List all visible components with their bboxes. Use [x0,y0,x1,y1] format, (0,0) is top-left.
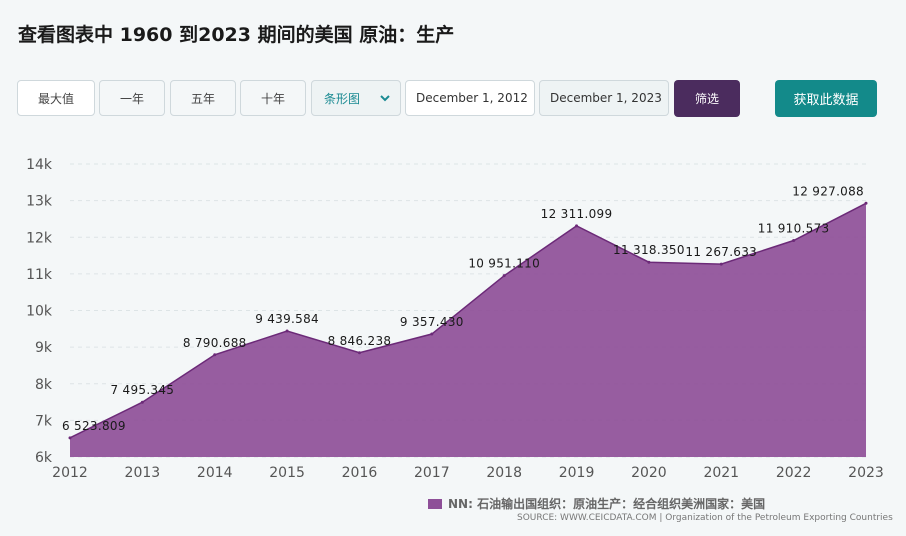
y-tick-label: 12k [26,230,53,246]
area-chart: 6k 7k 8k 9k 10k 11k 12k 13k 14k 2012 2013 2014 2015 2… [26,157,884,481]
y-tick-label: 6k [35,450,53,466]
data-point [430,332,434,336]
data-point [285,329,289,333]
x-tick-label: 2021 [703,465,739,481]
data-label: 10 951.110 [468,257,540,271]
x-tick-label: 2022 [776,465,812,481]
data-point [575,224,579,228]
x-tick-label: 2013 [125,465,161,481]
data-label: 7 495.345 [110,383,174,397]
data-label: 8 846.238 [328,334,392,348]
data-point [357,351,361,355]
x-tick-label: 2020 [631,465,667,481]
x-tick-label: 2018 [486,465,522,481]
y-tick-label: 8k [35,377,53,393]
series-area [70,203,866,457]
legend-label: NN: 石油输出国组织：原油生产：经合组织美洲国家：美国 [448,497,766,511]
x-tick-label: 2014 [197,465,233,481]
data-label: 12 927.088 [792,184,864,198]
y-tick-label: 10k [26,304,53,320]
x-tick-label: 2012 [52,465,88,481]
data-label: 11 910.573 [758,222,830,236]
y-tick-label: 13k [26,194,53,210]
data-point [792,239,796,243]
source-note: SOURCE: WWW.CEICDATA.COM | Organization … [517,513,893,523]
y-tick-label: 11k [26,267,53,283]
data-label: 8 790.688 [183,336,247,350]
data-point [719,262,723,266]
data-point [68,436,72,440]
chart-legend: NN: 石油输出国组织：原油生产：经合组织美洲国家：美国 [428,495,765,512]
data-point [502,274,506,278]
x-tick-label: 2017 [414,465,450,481]
y-tick-label: 7k [35,413,53,429]
legend-swatch [428,498,442,509]
data-point [140,400,144,404]
data-label: 11 267.633 [685,245,757,259]
data-label: 6 523.809 [62,419,126,433]
x-tick-label: 2019 [559,465,595,481]
x-tick-label: 2015 [269,465,305,481]
data-label: 9 439.584 [255,312,319,326]
data-point [647,260,651,264]
data-label: 12 311.099 [541,207,613,221]
y-tick-label: 14k [26,157,53,173]
y-tick-label: 9k [35,340,53,356]
x-tick-label: 2016 [342,465,378,481]
data-point [213,353,217,357]
data-label: 9 357.430 [400,315,464,329]
data-point [864,201,868,205]
data-label: 11 318.350 [613,243,685,257]
x-tick-label: 2023 [848,465,884,481]
